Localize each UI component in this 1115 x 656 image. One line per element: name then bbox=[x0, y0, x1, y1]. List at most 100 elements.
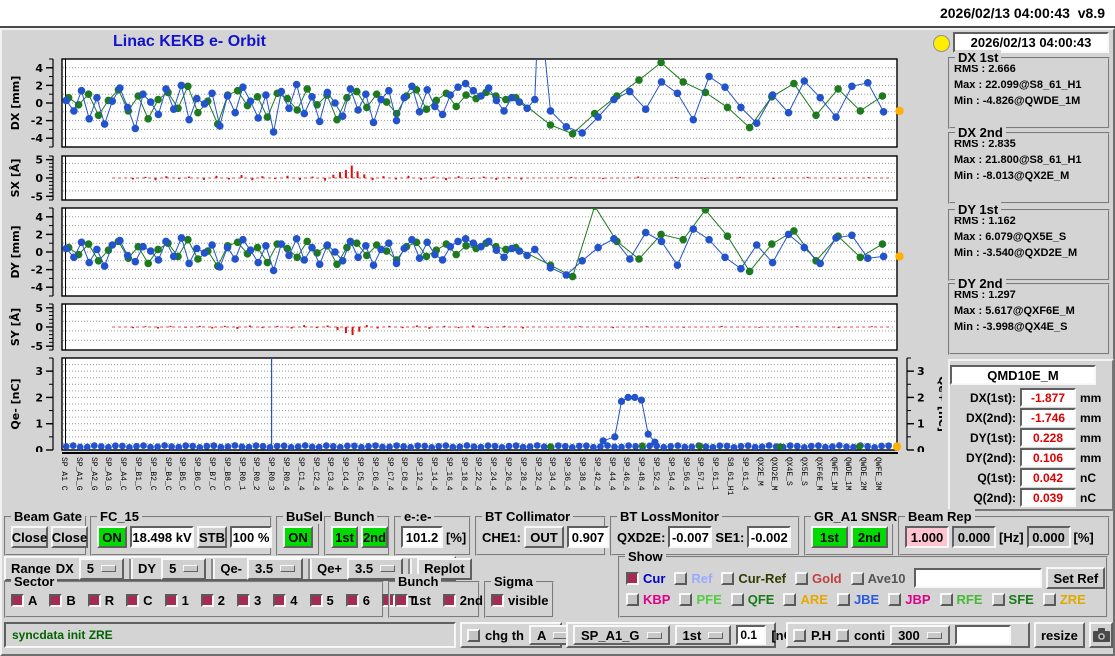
show-item: SFE bbox=[991, 592, 1034, 607]
sector-checkbox-a[interactable] bbox=[11, 594, 24, 607]
sector-checkbox-r[interactable] bbox=[87, 594, 101, 607]
fc15-on-button[interactable]: ON bbox=[97, 526, 127, 548]
ph-checkbox[interactable] bbox=[793, 628, 806, 642]
x-axis-label: SP_B2_C bbox=[147, 457, 157, 491]
qxd2e-value: -0.007 bbox=[668, 526, 713, 548]
sigma-label: visible bbox=[508, 593, 549, 608]
bunch-checkbox-2nd[interactable] bbox=[442, 594, 456, 607]
app-version: v8.9 bbox=[1077, 5, 1105, 21]
x-axis-label: SP_A1_G bbox=[73, 457, 83, 491]
fc15-stb-button[interactable]: STB bbox=[197, 526, 227, 548]
dx2-max: 21.800@S8_61_H1 bbox=[985, 154, 1082, 166]
x-axis-label: SP_28_4 bbox=[517, 457, 527, 491]
x-axis-label: SP_A3_G bbox=[103, 457, 113, 491]
svg-text:0: 0 bbox=[35, 444, 43, 452]
stats-title: DY 2nd bbox=[955, 276, 1006, 291]
show-checkbox-jbp[interactable] bbox=[888, 593, 902, 606]
range-dx-select[interactable]: 5 bbox=[78, 557, 125, 580]
show-checkbox-kbp[interactable] bbox=[626, 593, 639, 606]
svg-text:-4: -4 bbox=[31, 132, 44, 145]
show-label: KBP bbox=[643, 592, 671, 607]
sector-checkbox-4[interactable] bbox=[273, 594, 287, 607]
bunch-label: 2nd bbox=[459, 593, 483, 608]
resize-button[interactable]: resize bbox=[1034, 622, 1085, 648]
x-axis-label: SP_36_4 bbox=[562, 457, 572, 491]
sector-item: 5 bbox=[309, 593, 334, 608]
show-checkbox-are[interactable] bbox=[783, 593, 797, 606]
qe-plus-axis-label: Qe+ [nC] bbox=[936, 376, 942, 432]
gr-a1-1st-button[interactable]: 1st bbox=[811, 526, 848, 548]
bunch-checkbox-1st[interactable] bbox=[395, 594, 408, 607]
set-ref-button[interactable]: Set Ref bbox=[1046, 567, 1106, 589]
bunch-select[interactable]: 1st bbox=[674, 625, 732, 645]
aux-input[interactable] bbox=[954, 625, 1011, 645]
sector-checkbox-6[interactable] bbox=[345, 594, 359, 607]
sy-plot: -5 0 5 SY [Å] bbox=[9, 302, 898, 352]
interval-select[interactable]: 300 bbox=[890, 625, 950, 645]
x-axis-label: SP_C5_4 bbox=[355, 457, 364, 491]
percent-unit: [%] bbox=[1073, 529, 1094, 545]
show-checkbox-gold[interactable] bbox=[795, 571, 809, 585]
beam-gate-close-2-button[interactable]: Close bbox=[51, 526, 88, 548]
chg-th-label: chg th bbox=[485, 627, 524, 643]
sector-item: 3 bbox=[237, 593, 261, 608]
show-checkbox-ref[interactable] bbox=[674, 571, 688, 585]
che1-out-button[interactable]: OUT bbox=[524, 526, 565, 548]
dx1-value: -1.877 bbox=[1020, 388, 1076, 407]
bunch-item: 1st bbox=[395, 593, 431, 608]
show-group: Show Cur Ref Cur-Ref Gold Ave10 Set Ref KBP P… bbox=[618, 549, 1108, 618]
bunch-1st-button[interactable]: 1st bbox=[331, 526, 358, 548]
sigma-checkbox-visible[interactable] bbox=[491, 594, 504, 607]
svg-text:0: 0 bbox=[35, 321, 43, 334]
show-item: RFE bbox=[939, 592, 983, 607]
show-checkbox-sfe[interactable] bbox=[991, 593, 1005, 606]
x-axis-label: QXF6E_M bbox=[813, 457, 823, 491]
sector-checkbox-2[interactable] bbox=[200, 594, 214, 607]
gr-a1-2nd-button[interactable]: 2nd bbox=[850, 526, 888, 548]
conti-checkbox[interactable] bbox=[836, 628, 849, 642]
sector-checkbox-3[interactable] bbox=[237, 594, 251, 607]
sector-checkbox-1[interactable] bbox=[164, 594, 178, 607]
x-axis-label: QX2E_M bbox=[754, 457, 764, 486]
dy2-max: 5.617@QXF6E_M bbox=[985, 305, 1075, 317]
threshold-input[interactable] bbox=[736, 625, 767, 645]
show-label: Cur-Ref bbox=[738, 570, 787, 586]
stats-dx-2nd: DX 2nd RMS : 2.835 Max : 21.800@S8_61_H1… bbox=[948, 125, 1110, 204]
chg-th-checkbox[interactable] bbox=[467, 628, 480, 642]
show-checkbox-rfe[interactable] bbox=[939, 593, 953, 606]
snapshot-button[interactable] bbox=[1089, 622, 1113, 648]
sector-checkbox-c[interactable] bbox=[126, 594, 140, 607]
svg-text:3: 3 bbox=[35, 365, 43, 378]
show-label: QFE bbox=[747, 592, 775, 607]
show-checkbox-zre[interactable] bbox=[1042, 593, 1056, 606]
show-label: Gold bbox=[812, 570, 842, 586]
show-checkbox-jbe[interactable] bbox=[836, 593, 850, 606]
dy-plot: -4 -2 0 2 4 DY [mm] bbox=[9, 207, 904, 297]
show-checkbox-cur-ref[interactable] bbox=[721, 571, 735, 585]
monitor-row: Q(1st): 0.042 nC bbox=[954, 468, 1108, 487]
show-checkbox-ave10[interactable] bbox=[850, 571, 864, 585]
svg-text:0: 0 bbox=[35, 246, 43, 259]
ref-file-input[interactable] bbox=[914, 568, 1043, 588]
x-axis-label: SP_54_4 bbox=[665, 457, 675, 491]
show-checkbox-pfe[interactable] bbox=[679, 593, 693, 606]
sector-checkbox-b[interactable] bbox=[49, 594, 63, 607]
show-checkbox-qfe[interactable] bbox=[730, 593, 744, 606]
show-checkbox-cur[interactable] bbox=[626, 571, 639, 585]
bunch-2nd-button[interactable]: 2nd bbox=[361, 526, 388, 548]
menu-bar-icon bbox=[646, 631, 662, 639]
x-axis-label: SP_R0_4 bbox=[281, 457, 290, 491]
show-label: JBE bbox=[853, 592, 880, 607]
x-axis-label: SP_48_4 bbox=[636, 457, 646, 491]
svg-text:-5: -5 bbox=[31, 190, 43, 202]
show-item: Cur-Ref bbox=[721, 571, 786, 586]
beam-gate-close-1-button[interactable]: Close bbox=[11, 526, 48, 548]
busel-on-button[interactable]: ON bbox=[283, 526, 313, 548]
sector-checkbox-5[interactable] bbox=[309, 594, 323, 607]
range-dy-select[interactable]: 5 bbox=[161, 557, 207, 580]
sp-select[interactable]: SP_A1_G bbox=[573, 625, 670, 645]
dy2-value: 0.106 bbox=[1020, 448, 1076, 467]
status-message: syncdata init ZRE bbox=[12, 628, 113, 642]
range-qe-minus-select[interactable]: 3.5 bbox=[247, 557, 304, 580]
svg-text:4: 4 bbox=[35, 62, 43, 75]
